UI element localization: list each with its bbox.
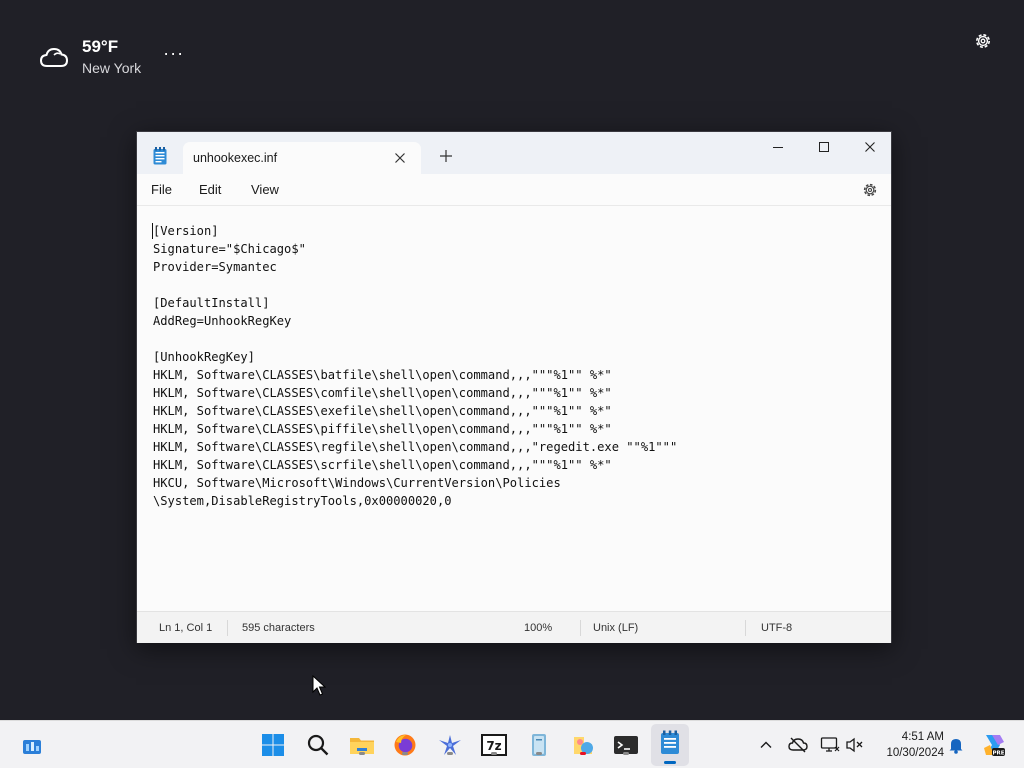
cloud-icon (39, 47, 69, 67)
chevron-up-icon (760, 741, 772, 748)
new-tab-icon[interactable] (437, 147, 455, 165)
7zip-button[interactable]: 7z (481, 732, 507, 758)
running-indicator (580, 752, 586, 755)
notebook-app-button[interactable] (526, 732, 552, 758)
widgets-button[interactable] (19, 732, 45, 758)
file-explorer-button[interactable] (349, 732, 375, 758)
start-icon (262, 734, 284, 756)
running-indicator (491, 752, 497, 755)
notepad-window: unhookexec.inf File Edit View [Version] … (136, 131, 892, 643)
close-icon (865, 142, 875, 152)
status-position: Ln 1, Col 1 (159, 622, 213, 634)
cloud-offline-icon (788, 737, 808, 753)
text-editor[interactable]: [Version] Signature="$Chicago$" Provider… (137, 207, 891, 611)
weather-text: 59°F New York (82, 36, 141, 78)
paint-app-button[interactable] (570, 732, 596, 758)
running-indicator (536, 752, 542, 755)
title-bar[interactable]: unhookexec.inf (137, 132, 891, 174)
firefox-button[interactable] (392, 732, 418, 758)
copilot-button[interactable]: PRE (980, 732, 1006, 758)
status-bar: Ln 1, Col 1 595 characters 100% Unix (LF… (137, 611, 891, 643)
status-divider (745, 620, 746, 636)
minimize-icon (773, 147, 783, 148)
network-icon (820, 737, 840, 752)
notepad-icon (661, 730, 679, 754)
status-divider (580, 620, 581, 636)
notepad-taskbar-button[interactable] (651, 724, 689, 766)
onedrive-button[interactable] (788, 735, 808, 755)
mouse-cursor-icon (312, 675, 326, 696)
editor-content[interactable]: [Version] Signature="$Chicago$" Provider… (153, 222, 677, 510)
running-indicator (623, 752, 629, 755)
minimize-button[interactable] (755, 132, 801, 162)
clock[interactable]: 4:51 AM 10/30/2024 (874, 729, 944, 761)
running-indicator (359, 752, 365, 755)
menu-bar: File Edit View (137, 174, 891, 206)
running-indicator (447, 752, 453, 755)
close-tab-icon[interactable] (390, 148, 410, 168)
menu-edit[interactable]: Edit (199, 182, 221, 197)
active-indicator (664, 761, 676, 764)
clock-time: 4:51 AM (901, 731, 944, 743)
status-characters: 595 characters (242, 622, 315, 634)
settings-gear-icon[interactable] (861, 181, 879, 199)
notepad-app-icon (153, 147, 167, 165)
search-button[interactable] (305, 732, 331, 758)
status-line-endings: Unix (LF) (593, 622, 639, 634)
weather-more-button[interactable]: ··· (163, 43, 184, 64)
gear-icon[interactable] (972, 30, 994, 52)
network-button[interactable] (820, 735, 840, 755)
close-button[interactable] (847, 132, 893, 162)
start-button[interactable] (260, 732, 286, 758)
taskbar: 7z 4:51 AM 10/30/2024 PRE (0, 720, 1024, 768)
weather-temperature: 59°F (82, 37, 119, 56)
volume-button[interactable] (845, 735, 865, 755)
menu-view[interactable]: View (251, 182, 279, 197)
search-icon (307, 734, 329, 756)
maximize-icon (819, 142, 829, 152)
tab-unhookexec[interactable]: unhookexec.inf (183, 142, 421, 174)
terminal-button[interactable] (613, 732, 639, 758)
volume-muted-icon (846, 737, 863, 753)
status-divider (227, 620, 228, 636)
weather-widget[interactable]: 59°F New York ··· (38, 36, 184, 78)
widgets-icon (23, 740, 41, 754)
svg-text:7z: 7z (486, 739, 501, 753)
clock-date: 10/30/2024 (886, 747, 944, 759)
status-encoding: UTF-8 (761, 622, 793, 634)
maximize-button[interactable] (801, 132, 847, 162)
weather-location: New York (82, 60, 142, 76)
bell-icon (949, 739, 963, 754)
copilot-icon: PRE (984, 735, 1005, 756)
bird-app-button[interactable] (437, 732, 463, 758)
status-zoom: 100% (524, 622, 553, 634)
copilot-badge: PRE (992, 750, 1004, 756)
menu-file[interactable]: File (151, 182, 172, 197)
notifications-button[interactable] (946, 735, 966, 755)
show-hidden-icons-button[interactable] (756, 735, 776, 755)
tab-title: unhookexec.inf (193, 151, 278, 165)
running-indicator (402, 752, 408, 755)
